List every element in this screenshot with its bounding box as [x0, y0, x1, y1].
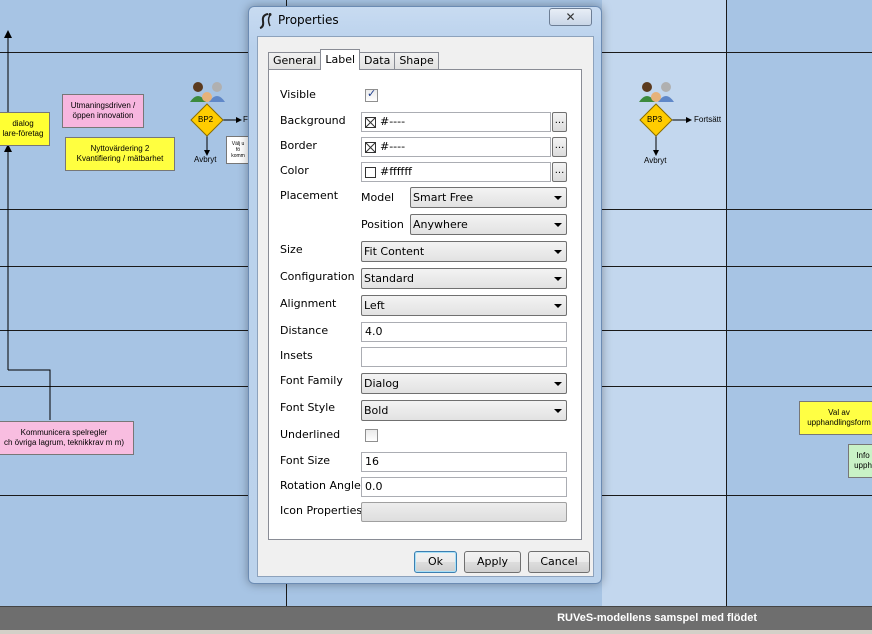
underlined-label: Underlined	[280, 428, 341, 441]
tab-data[interactable]: Data	[359, 52, 396, 70]
no-color-swatch-icon	[365, 117, 376, 128]
chevron-down-icon	[554, 250, 562, 254]
model-label: Model	[361, 191, 395, 204]
position-label: Position	[361, 218, 404, 231]
bp3-label: BP3	[647, 115, 663, 124]
font-family-label: Font Family	[280, 374, 343, 387]
apply-button[interactable]: Apply	[464, 551, 521, 573]
insets-label: Insets	[280, 349, 313, 362]
bp2-label: BP2	[198, 115, 214, 124]
configuration-label: Configuration	[280, 270, 355, 283]
size-value: Fit Content	[364, 245, 425, 258]
font-size-label: Font Size	[280, 454, 331, 467]
insets-input[interactable]	[361, 347, 567, 367]
note-utmaningsdriven[interactable]: Utmaningsdriven / öppen innovation	[62, 94, 144, 128]
alignment-label: Alignment	[280, 297, 337, 310]
rotation-angle-input[interactable]: 0.0	[361, 477, 567, 497]
placement-label: Placement	[280, 189, 339, 202]
bottom-strip	[0, 630, 872, 634]
chevron-down-icon	[554, 277, 562, 281]
chevron-down-icon	[554, 196, 562, 200]
note-dialog-foretag[interactable]: dialog lare-företag	[0, 112, 50, 146]
chevron-down-icon	[554, 223, 562, 227]
bp3-down-label: Avbryt	[644, 156, 667, 165]
placement-position-select[interactable]: Anywhere	[410, 214, 567, 235]
bp3-right-label: Fortsätt	[694, 115, 722, 124]
background-color-field[interactable]: #----	[361, 112, 551, 132]
text-color-value: #ffffff	[380, 165, 412, 178]
placement-model-value: Smart Free	[413, 191, 474, 204]
visible-label: Visible	[280, 88, 316, 101]
note-valj[interactable]: Välj u fö komm	[226, 136, 250, 164]
dialog-titlebar[interactable]: Properties ✕	[249, 7, 601, 35]
status-bar: RUVeS-modellens samspel med flödet	[0, 606, 872, 630]
size-label: Size	[280, 243, 303, 256]
close-button[interactable]: ✕	[549, 8, 592, 26]
placement-position-value: Anywhere	[413, 218, 468, 231]
tab-shape[interactable]: Shape	[394, 52, 439, 70]
placement-model-select[interactable]: Smart Free	[410, 187, 567, 208]
chevron-down-icon	[554, 382, 562, 386]
app-logo-icon	[259, 13, 272, 29]
tab-general[interactable]: General	[268, 52, 322, 70]
dialog-title: Properties	[278, 13, 339, 27]
color-browse-button[interactable]: ...	[552, 162, 567, 182]
color-label: Color	[280, 164, 309, 177]
alignment-select[interactable]: Left	[361, 295, 567, 316]
text-color-field[interactable]: #ffffff	[361, 162, 551, 182]
border-color-value: #----	[380, 140, 406, 153]
close-icon: ✕	[565, 10, 576, 24]
font-size-input[interactable]: 16	[361, 452, 567, 472]
alignment-value: Left	[364, 299, 385, 312]
label-tab-panel: Visible ✓ Background #---- ... Border #-…	[268, 69, 582, 540]
no-color-swatch-icon	[365, 142, 376, 153]
border-label: Border	[280, 139, 317, 152]
distance-label: Distance	[280, 324, 329, 337]
dialog-client-area: General Label Data Shape Visible ✓ Backg…	[257, 36, 594, 577]
font-family-select[interactable]: Dialog	[361, 373, 567, 394]
chevron-down-icon	[554, 409, 562, 413]
icon-properties-button[interactable]	[361, 502, 567, 522]
background-color-value: #----	[380, 115, 406, 128]
border-browse-button[interactable]: ...	[552, 137, 567, 157]
size-select[interactable]: Fit Content	[361, 241, 567, 262]
border-color-field[interactable]: #----	[361, 137, 551, 157]
bp2-down-label: Avbryt	[194, 155, 217, 164]
note-info-upph[interactable]: Info upph	[848, 444, 872, 478]
tab-strip: General Label Data Shape	[268, 49, 439, 70]
configuration-value: Standard	[364, 272, 415, 285]
rotation-angle-label: Rotation Angle	[280, 479, 361, 492]
chevron-down-icon	[554, 304, 562, 308]
ok-button[interactable]: Ok	[414, 551, 457, 573]
font-style-select[interactable]: Bold	[361, 400, 567, 421]
background-label: Background	[280, 114, 346, 127]
font-family-value: Dialog	[364, 377, 400, 390]
cancel-button[interactable]: Cancel	[528, 551, 590, 573]
checkmark-icon: ✓	[367, 87, 377, 100]
tab-label[interactable]: Label	[320, 49, 361, 70]
note-nyttovardering[interactable]: Nyttovärdering 2 Kvantifiering / mätbarh…	[65, 137, 175, 171]
background-browse-button[interactable]: ...	[552, 112, 567, 132]
icon-properties-label: Icon Properties	[280, 504, 363, 517]
properties-dialog: Properties ✕ General Label Data Shape Vi…	[248, 6, 602, 584]
visible-checkbox[interactable]: ✓	[365, 87, 378, 102]
status-bar-text: RUVeS-modellens samspel med flödet	[557, 612, 757, 624]
note-kommunicera-spelregler[interactable]: Kommunicera spelregler ch övriga lagrum,…	[0, 421, 134, 455]
distance-input[interactable]: 4.0	[361, 322, 567, 342]
font-style-value: Bold	[364, 404, 389, 417]
white-color-swatch-icon	[365, 167, 376, 178]
underlined-checkbox[interactable]	[365, 429, 378, 442]
font-style-label: Font Style	[280, 401, 336, 414]
configuration-select[interactable]: Standard	[361, 268, 567, 289]
note-val-av-upphandlingsform[interactable]: Val av upphandlingsform	[799, 401, 872, 435]
